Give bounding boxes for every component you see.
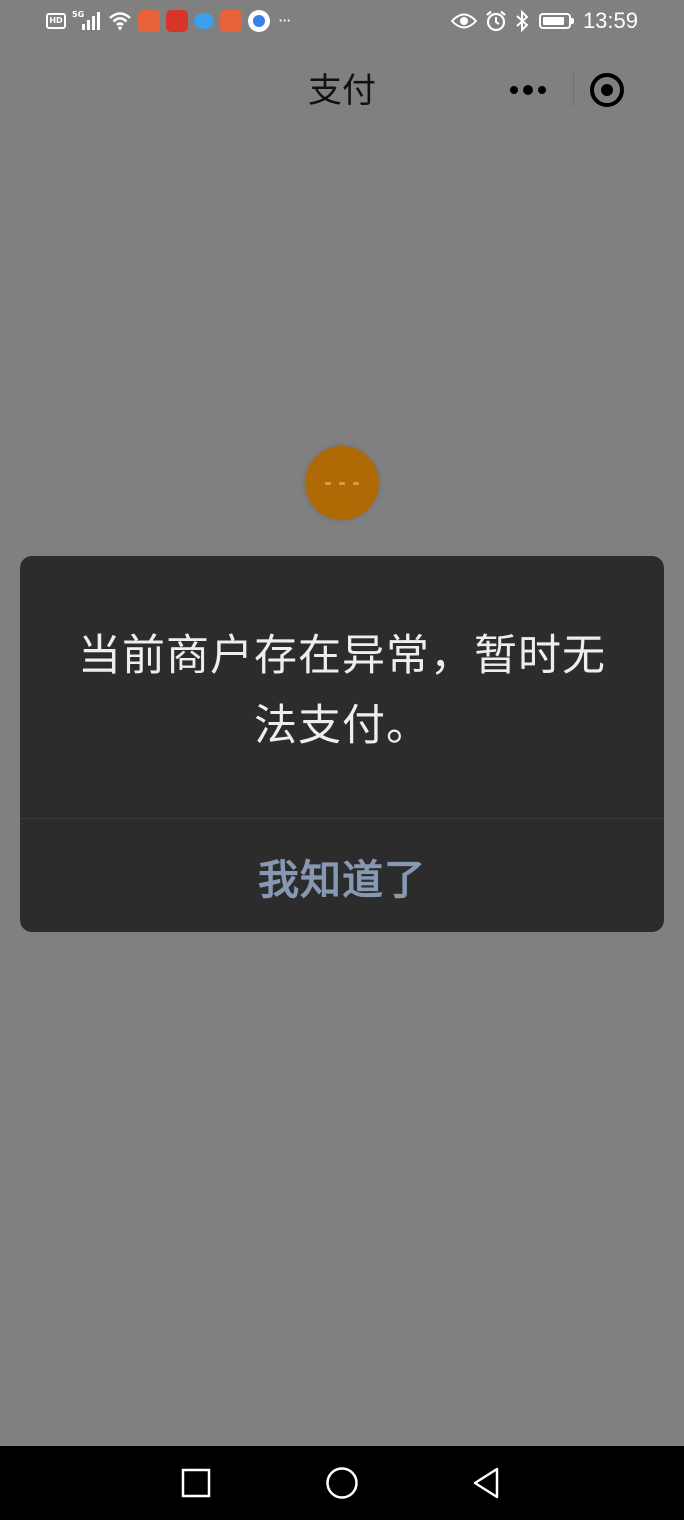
wifi-icon — [109, 12, 131, 30]
alarm-icon — [486, 10, 506, 32]
dialog-message: 当前商户存在异常，暂时无法支付。 — [78, 631, 606, 751]
loading-dot — [325, 481, 331, 485]
dialog-content: 当前商户存在异常，暂时无法支付。 — [20, 556, 664, 818]
loading-dot — [339, 481, 345, 485]
signal-icon: 5G — [72, 10, 102, 32]
home-circle-icon — [326, 1467, 358, 1499]
eye-icon — [450, 13, 477, 29]
recents-button[interactable] — [156, 1446, 236, 1520]
confirm-button[interactable]: 我知道了 — [20, 819, 664, 932]
target-close-icon — [590, 73, 624, 107]
bluetooth-icon — [516, 10, 529, 32]
more-dots-icon — [510, 85, 546, 95]
browser-icon — [248, 10, 270, 32]
status-time: 13:59 — [582, 8, 638, 33]
home-button[interactable] — [302, 1446, 382, 1520]
loading-dot — [353, 481, 359, 485]
capsule-menu — [482, 61, 640, 119]
app-notification-icon — [220, 10, 242, 32]
alert-dialog: 当前商户存在异常，暂时无法支付。 我知道了 — [20, 556, 664, 932]
close-button[interactable] — [574, 61, 640, 119]
battery-icon — [538, 13, 574, 29]
loading-indicator — [305, 446, 379, 520]
system-navigation-bar — [0, 1446, 684, 1520]
more-notifications-icon: ··· — [278, 11, 291, 30]
recents-square-icon — [181, 1468, 211, 1498]
cloud-icon — [194, 13, 214, 29]
app-notification-icon — [166, 10, 188, 32]
back-triangle-icon — [473, 1467, 499, 1499]
app-notification-icon — [138, 10, 160, 32]
status-bar: HD 5G ··· 13:59 — [0, 0, 684, 44]
battery-level — [542, 17, 565, 25]
back-button[interactable] — [446, 1446, 526, 1520]
status-left-group: HD 5G ··· — [46, 9, 291, 33]
more-button[interactable] — [482, 61, 574, 119]
hd-icon: HD — [46, 13, 66, 29]
status-right-group: 13:59 — [443, 8, 638, 34]
